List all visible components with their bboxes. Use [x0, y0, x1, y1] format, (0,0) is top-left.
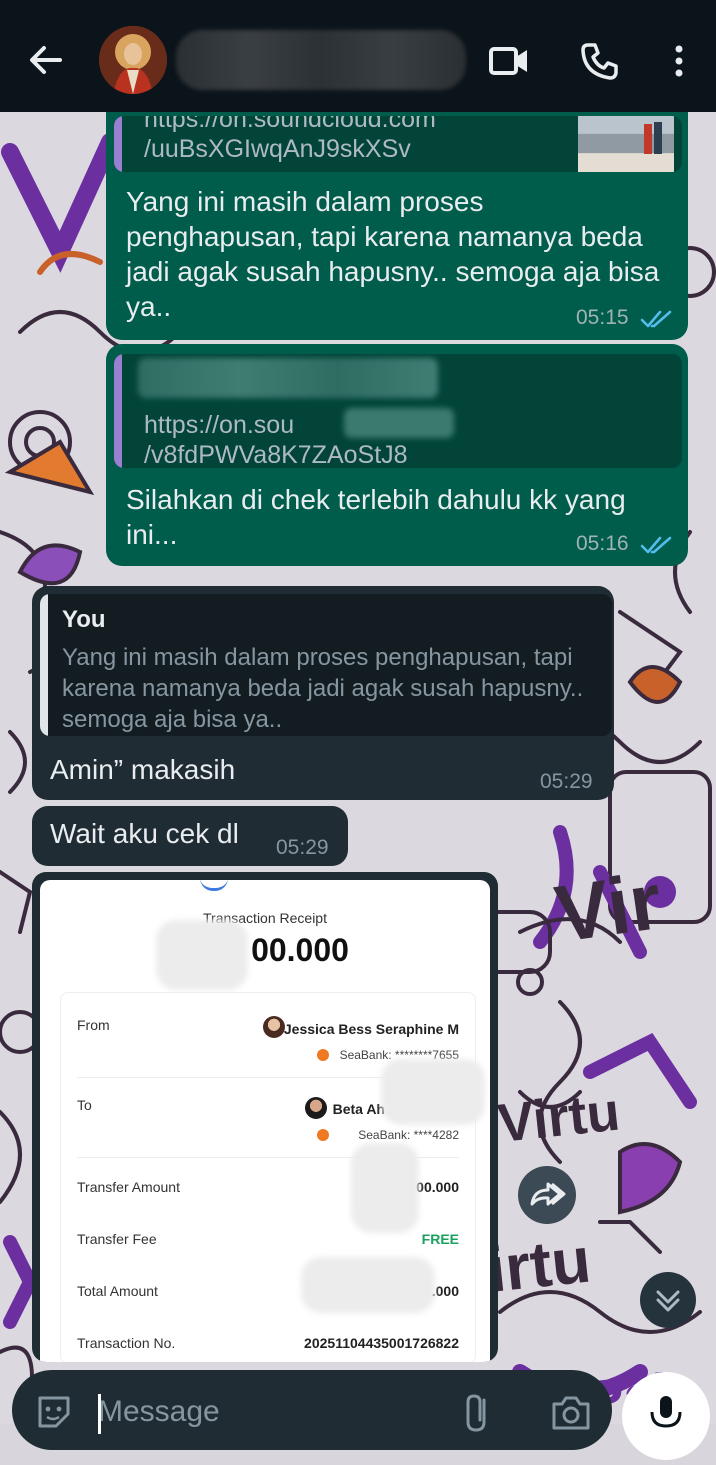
sender-avatar [263, 1016, 285, 1038]
message-input[interactable] [98, 1392, 438, 1432]
redacted-amount [156, 920, 248, 990]
recipient-avatar [305, 1097, 327, 1119]
link-url-line-2: /uuBsXGIwqAnJ9skXSv [144, 135, 411, 163]
recipient-account: SeaBank: ****4282 [358, 1128, 459, 1142]
double-chevron-down-icon [656, 1290, 680, 1312]
total-label: Total Amount [77, 1283, 158, 1299]
voice-message-button[interactable] [622, 1372, 710, 1460]
more-vertical-icon[interactable] [658, 40, 700, 82]
link-preview[interactable]: https://on.soundcloud.com /uuBsXGIwqAnJ9… [114, 116, 682, 172]
receipt-amount: 00.000 [251, 932, 349, 968]
redacted-total [301, 1257, 435, 1313]
svg-text:Virtu: Virtu [495, 1082, 623, 1154]
message-text: Yang ini masih dalam proses penghapusan,… [126, 186, 660, 322]
message-time: 05:16 [576, 532, 629, 555]
read-ticks-icon [640, 536, 672, 554]
message-text: Wait aku cek dl [50, 818, 239, 849]
incoming-message[interactable]: Wait aku cek dl 05:29 [32, 806, 348, 866]
svg-text:Vir: Vir [550, 856, 667, 959]
total-amount: .000 [431, 1283, 459, 1299]
message-time: 05:29 [540, 770, 593, 793]
link-preview-title-redacted [138, 358, 438, 398]
contact-name-redacted[interactable] [176, 30, 466, 90]
phone-icon[interactable] [578, 40, 620, 82]
link-url-redacted [344, 408, 454, 438]
text-cursor [98, 1394, 101, 1434]
message-time: 05:29 [276, 836, 329, 859]
link-url-line-1: https://on.soundcloud.com [144, 116, 436, 133]
to-label: To [77, 1097, 92, 1113]
arrow-left-icon[interactable] [26, 40, 66, 80]
forward-button[interactable] [518, 1166, 576, 1224]
transaction-receipt-image: Transaction Receipt 00.000 From Jessica … [40, 880, 490, 1362]
attach-icon[interactable] [460, 1390, 496, 1434]
fee-label: Transfer Fee [77, 1231, 157, 1247]
redacted-recipient [381, 1059, 485, 1125]
link-thumbnail [578, 116, 674, 172]
outgoing-message[interactable]: https://on.soundcloud.com /uuBsXGIwqAnJ9… [106, 96, 688, 340]
sticker-icon[interactable] [34, 1392, 74, 1432]
sender-name: Jessica Bess Seraphine M [283, 1021, 459, 1037]
seabank-icon [317, 1129, 329, 1141]
svg-text:irtu: irtu [484, 1224, 594, 1306]
transfer-amount-label: Transfer Amount [77, 1179, 180, 1195]
camera-icon[interactable] [550, 1392, 592, 1432]
seabank-icon [317, 1049, 329, 1061]
outgoing-message[interactable]: https://on.sou m /v8fdPWVa8K7ZAoStJ8 Sil… [106, 344, 688, 566]
reply-author: You [62, 606, 106, 633]
receipt-details: From Jessica Bess Seraphine M SeaBank: *… [60, 992, 485, 1362]
redacted-transfer-amount [351, 1143, 419, 1233]
chat-header [0, 0, 716, 112]
contact-avatar[interactable] [99, 26, 167, 94]
microphone-icon [650, 1396, 682, 1428]
scroll-to-bottom-button[interactable] [640, 1272, 696, 1328]
recipient-name: Beta Ah [332, 1101, 385, 1117]
bank-logo-icon [200, 880, 228, 891]
quoted-reply[interactable]: You Yang ini masih dalam proses penghapu… [40, 594, 612, 736]
message-text: Amin” makasih [50, 754, 236, 785]
message-compose-bar [12, 1370, 612, 1450]
transaction-no: 20251104435001726822 [304, 1335, 459, 1351]
transfer-fee: FREE [421, 1231, 459, 1247]
reply-text: Yang ini masih dalam proses penghapusan,… [62, 644, 584, 733]
transfer-amount: 00.000 [416, 1179, 459, 1195]
from-label: From [77, 1017, 110, 1033]
read-ticks-icon [640, 310, 672, 328]
forward-icon [530, 1182, 566, 1206]
image-message[interactable]: Transaction Receipt 00.000 From Jessica … [32, 872, 498, 1362]
link-preview[interactable]: https://on.sou m /v8fdPWVa8K7ZAoStJ8 [114, 354, 682, 468]
transaction-no-label: Transaction No. [77, 1335, 176, 1351]
message-time: 05:15 [576, 306, 629, 329]
receipt-title: Transaction Receipt [203, 910, 327, 926]
link-url-line-2: /v8fdPWVa8K7ZAoStJ8 [144, 441, 408, 468]
video-call-icon[interactable] [488, 40, 530, 82]
